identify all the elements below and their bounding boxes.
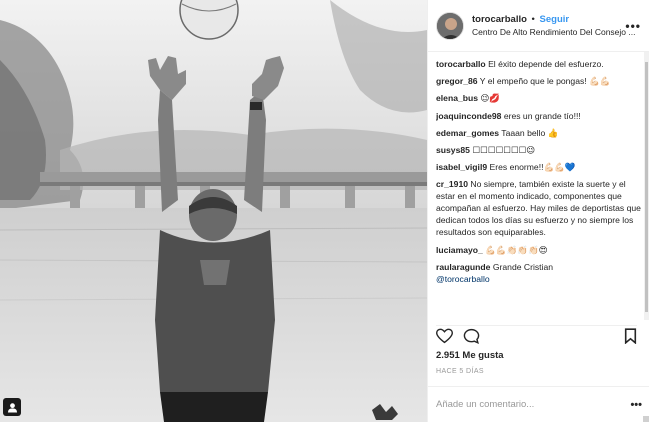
post-side-panel: torocarballo • Seguir Centro De Alto Ren… [427, 0, 649, 422]
comment-text: Grande Cristian [492, 261, 554, 272]
post-header: torocarballo • Seguir Centro De Alto Ren… [428, 0, 649, 52]
comment-text: 😉💋 [480, 93, 501, 104]
comment-username[interactable]: gregor_86 [436, 76, 478, 86]
follow-button[interactable]: Seguir [540, 14, 570, 25]
action-bar [435, 325, 637, 346]
post-photo[interactable] [0, 0, 427, 422]
comment-item: susys85 ☐☐☐☐☐☐☐😉 [436, 144, 643, 156]
resize-corner[interactable] [643, 416, 649, 422]
comment-username[interactable]: cr_1910 [436, 179, 468, 189]
comment-list: torocarballo El éxito depende del esfuer… [436, 58, 643, 320]
save-button[interactable] [624, 328, 637, 346]
comment-username[interactable]: edemar_gomes [436, 128, 499, 138]
comment-username[interactable]: raularagunde [436, 262, 490, 272]
comment-text: eres un grande tío!!! [503, 110, 581, 121]
comment-item: elena_bus 😉💋 [436, 92, 643, 104]
comment-username[interactable]: isabel_vigil9 [436, 162, 487, 172]
comment-item: raularagunde Grande Cristian @torocarball… [436, 261, 643, 285]
comment-button[interactable] [463, 328, 480, 346]
add-comment-input[interactable]: Añade un comentario... [436, 399, 534, 410]
comment-username[interactable]: susys85 [436, 145, 470, 155]
like-button[interactable] [435, 328, 454, 346]
comment-text: El éxito depende del esfuerzo. [488, 59, 604, 69]
comment-text: 💪🏻💪🏻👏🏻👏🏻👏🏻😍 [485, 244, 548, 255]
avatar[interactable] [436, 11, 464, 40]
comment-item: isabel_vigil9 Eres enorme!!💪🏻💪🏻💙 [436, 161, 643, 173]
comment-username[interactable]: torocarballo [436, 59, 486, 69]
comment-options-icon[interactable]: ••• [630, 399, 642, 411]
comment-text: Taaan bello 👍 [501, 127, 559, 138]
like-count[interactable]: 2.951 Me gusta [436, 350, 504, 361]
user-tag-button[interactable] [3, 398, 21, 416]
comment-icon [463, 328, 480, 344]
person-icon [7, 402, 17, 413]
comment-text: Eres enorme!!💪🏻💪🏻💙 [489, 162, 576, 173]
more-options-icon[interactable]: ••• [625, 19, 641, 33]
comment-item: joaquinconde98 eres un grande tío!!! [436, 110, 643, 122]
comment-text: Y el empeño que le pongas! 💪🏻💪🏻 [479, 76, 611, 87]
photo-artwork [0, 0, 427, 422]
header-location[interactable]: Centro De Alto Rendimiento Del Consejo .… [472, 26, 640, 39]
comment-mention[interactable]: @torocarballo [436, 274, 490, 284]
header-separator: • [531, 13, 535, 25]
comment-item: cr_1910 No siempre, también existe la su… [436, 178, 643, 238]
post-window: torocarballo • Seguir Centro De Alto Ren… [0, 0, 649, 422]
comment-username[interactable]: luciamayo_ [436, 245, 483, 255]
comment-item: gregor_86 Y el empeño que le pongas! 💪🏻💪… [436, 75, 643, 87]
heart-icon [435, 328, 454, 344]
comment-item: torocarballo El éxito depende del esfuer… [436, 58, 643, 70]
comment-username[interactable]: joaquinconde98 [436, 111, 501, 121]
bookmark-icon [624, 328, 637, 345]
add-comment-bar: Añade un comentario... ••• [428, 386, 649, 422]
header-meta: torocarballo • Seguir Centro De Alto Ren… [472, 13, 640, 39]
avatar-image [437, 12, 463, 39]
comment-item: edemar_gomes Taaan bello 👍 [436, 127, 643, 139]
post-date[interactable]: HACE 5 DÍAS [436, 368, 484, 375]
comment-text: ☐☐☐☐☐☐☐😉 [472, 144, 536, 155]
comment-scrollbar[interactable] [644, 52, 649, 320]
header-username[interactable]: torocarballo [472, 14, 527, 25]
comment-username[interactable]: elena_bus [436, 93, 478, 103]
scrollbar-thumb[interactable] [645, 62, 648, 312]
comment-item: luciamayo_ 💪🏻💪🏻👏🏻👏🏻👏🏻😍 [436, 244, 643, 256]
